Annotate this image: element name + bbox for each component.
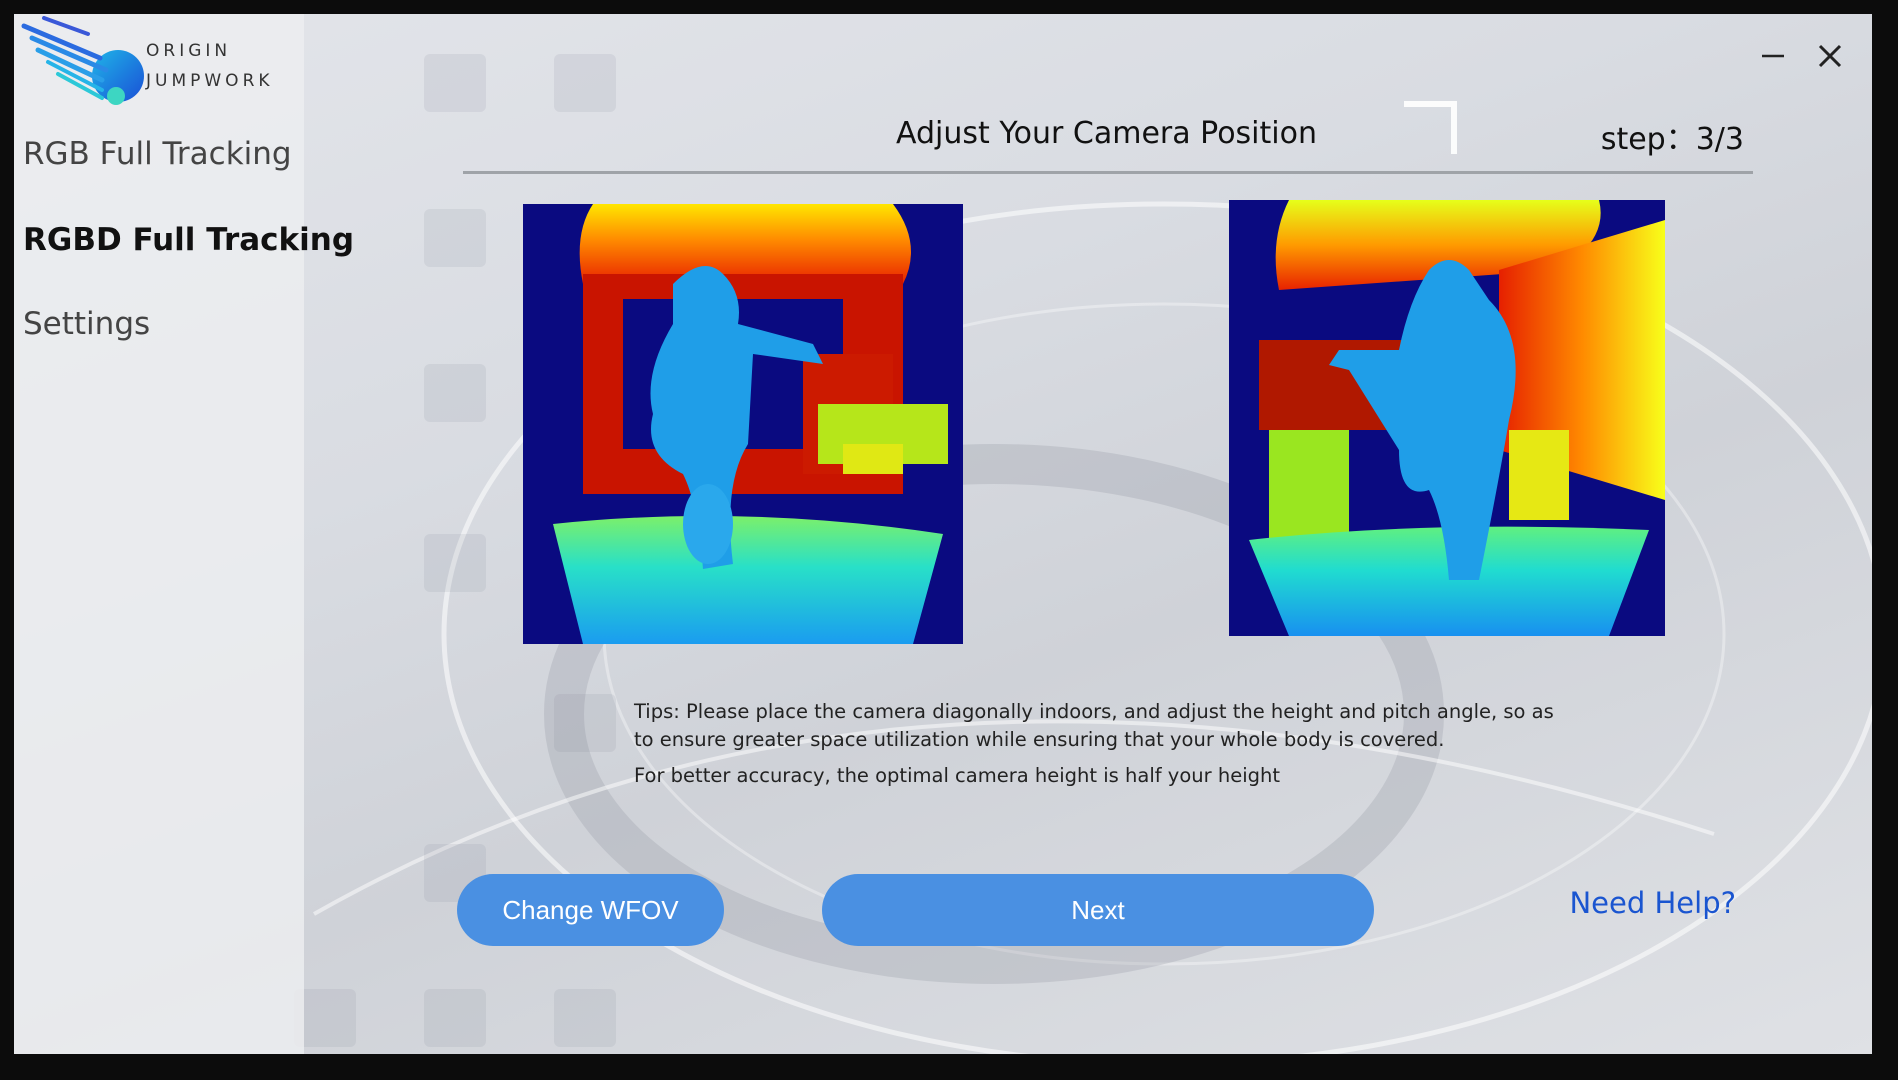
logo-line-1: ORIGIN <box>146 41 232 61</box>
sidebar-item-settings[interactable]: Settings <box>23 306 150 342</box>
logo-wordmark: ORIGIN JUMPWORK <box>146 36 274 96</box>
minimize-button[interactable] <box>1752 36 1792 76</box>
sidebar-item-rgbd-full-tracking[interactable]: RGBD Full Tracking <box>23 222 354 258</box>
close-icon <box>1818 44 1842 68</box>
tips-text: Tips: Please place the camera diagonally… <box>634 698 1554 790</box>
origin-jumpwork-logo-icon <box>21 16 144 105</box>
logo-line-2: JUMPWORK <box>146 71 274 91</box>
next-button[interactable]: Next <box>822 874 1374 946</box>
minimize-icon <box>1762 54 1784 58</box>
close-button[interactable] <box>1810 36 1850 76</box>
sidebar: ORIGIN JUMPWORK RGB Full Tracking RGBD F… <box>14 14 354 1054</box>
app-window: ORIGIN JUMPWORK RGB Full Tracking RGBD F… <box>14 14 1872 1054</box>
depth-view-front <box>523 204 963 644</box>
change-wfov-button[interactable]: Change WFOV <box>457 874 724 946</box>
depth-camera-image <box>523 204 963 644</box>
header-divider <box>463 171 1753 174</box>
sidebar-item-rgb-full-tracking[interactable]: RGB Full Tracking <box>23 136 292 172</box>
depth-view-side <box>1229 200 1665 636</box>
need-help-link[interactable]: Need Help? <box>1569 886 1736 920</box>
page-title: Adjust Your Camera Position <box>896 116 1317 151</box>
step-indicator: step：3/3 <box>1600 122 1744 157</box>
tips-line-2: For better accuracy, the optimal camera … <box>634 764 1281 787</box>
tips-line-1: Tips: Please place the camera diagonally… <box>634 700 1554 751</box>
depth-camera-image <box>1229 200 1665 636</box>
